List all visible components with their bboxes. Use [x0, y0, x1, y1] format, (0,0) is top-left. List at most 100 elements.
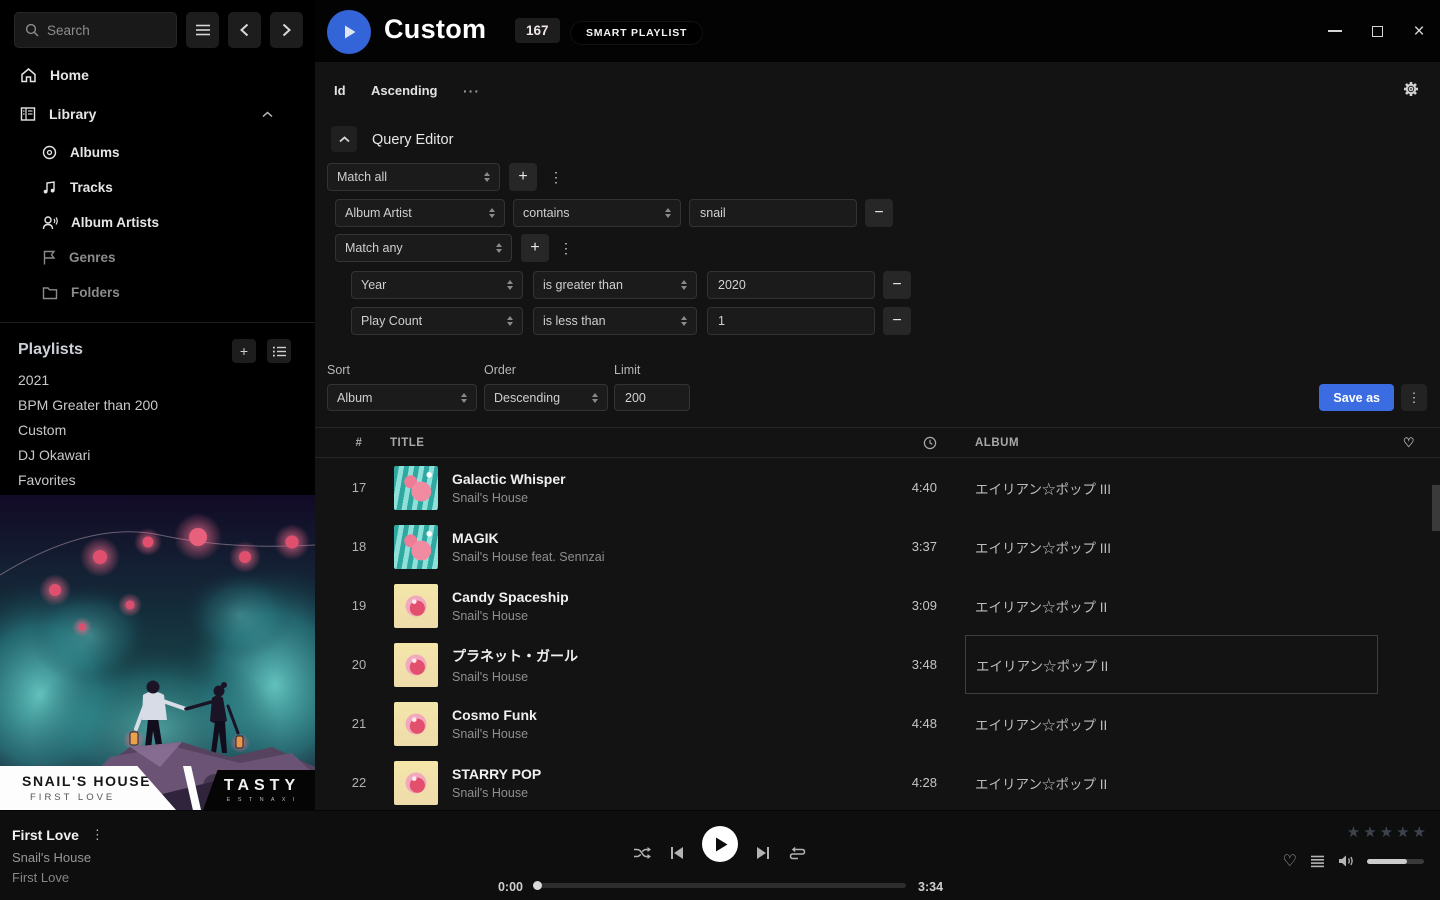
- close-button[interactable]: ×: [1398, 0, 1440, 62]
- play-playlist-button[interactable]: [327, 10, 371, 54]
- queue-button[interactable]: [1310, 855, 1325, 868]
- star-rating[interactable]: ★★★★★: [1347, 823, 1426, 841]
- add-rule-button-group1[interactable]: +: [509, 163, 537, 191]
- chevron-up-icon[interactable]: [262, 111, 273, 118]
- match-select-group2[interactable]: Match any: [335, 234, 512, 262]
- menu-button[interactable]: [186, 12, 219, 48]
- remove-rule1-button[interactable]: −: [865, 199, 893, 227]
- group2-menu-button[interactable]: ⋮: [557, 234, 575, 262]
- total-time: 3:34: [918, 880, 943, 894]
- sidebar-item-tracks[interactable]: Tracks: [42, 180, 317, 195]
- playlist-header: Custom 167 SMART PLAYLIST ×: [315, 0, 1440, 62]
- track-album-cell[interactable]: エイリアン☆ポップ II: [965, 694, 1378, 753]
- add-playlist-button[interactable]: +: [232, 339, 256, 363]
- track-album-cell[interactable]: エイリアン☆ポップ II: [965, 576, 1378, 635]
- track-row[interactable]: 22 STARRY POP Snail's House 4:28 エイリアン☆ポ…: [315, 753, 1440, 810]
- shuffle-button[interactable]: [625, 836, 659, 870]
- track-album-cell-focused[interactable]: エイリアン☆ポップ II: [965, 635, 1378, 694]
- scrollbar-thumb[interactable]: [1432, 485, 1440, 531]
- save-as-button[interactable]: Save as: [1319, 384, 1394, 411]
- star-icon[interactable]: ★: [1347, 823, 1360, 841]
- now-playing-menu-button[interactable]: ⋮: [91, 827, 104, 843]
- rule1-operator-select[interactable]: contains: [513, 199, 681, 227]
- progress-thumb[interactable]: [533, 881, 542, 890]
- record-label-sub: E S T N A X I: [227, 797, 298, 803]
- search-box[interactable]: [14, 12, 177, 48]
- track-row[interactable]: 18 MAGIK Snail's House feat. Sennzai 3:3…: [315, 517, 1440, 576]
- rule1-value-input[interactable]: [689, 199, 857, 227]
- playlist-item[interactable]: Favorites: [18, 472, 288, 488]
- toolbar-more-button[interactable]: ···: [463, 83, 480, 99]
- track-row[interactable]: 20 プラネット・ガール Snail's House 3:48 エイリアン☆ポッ…: [315, 635, 1440, 694]
- rule3-field-select[interactable]: Play Count: [351, 307, 523, 335]
- track-artist: Snail's House: [452, 609, 861, 623]
- column-duration[interactable]: [861, 436, 941, 450]
- chevron-updown-icon: [507, 280, 513, 290]
- track-album-cell[interactable]: エイリアン☆ポップ II: [965, 753, 1378, 810]
- sidebar-item-home[interactable]: Home: [20, 67, 295, 83]
- query-editor-collapse-button[interactable]: [331, 126, 357, 152]
- playlist-item[interactable]: BPM Greater than 200: [18, 397, 288, 413]
- heart-icon: ♡: [1403, 435, 1415, 451]
- sidebar-item-albums[interactable]: Albums: [42, 145, 317, 160]
- star-icon[interactable]: ★: [1363, 823, 1376, 841]
- progress-bar[interactable]: [534, 883, 906, 888]
- sort-direction-button[interactable]: Ascending: [371, 83, 437, 98]
- track-title: Galactic Whisper: [452, 471, 861, 487]
- sort-field-button[interactable]: Id: [334, 83, 346, 98]
- star-icon[interactable]: ★: [1413, 823, 1426, 841]
- track-album-cell[interactable]: エイリアン☆ポップ III: [965, 517, 1378, 576]
- favorite-button[interactable]: ♡: [1283, 851, 1297, 871]
- sidebar-item-folders[interactable]: Folders: [42, 285, 317, 300]
- match-select-group1[interactable]: Match all: [327, 163, 500, 191]
- remove-rule3-button[interactable]: −: [883, 307, 911, 335]
- column-album[interactable]: ALBUM: [965, 437, 1378, 449]
- volume-slider[interactable]: [1367, 859, 1424, 864]
- back-button[interactable]: [228, 12, 261, 48]
- rule3-value-input[interactable]: [707, 307, 875, 335]
- now-playing-album-art[interactable]: SNAIL'S HOUSE FIRST LOVE TASTY E S T N A…: [0, 495, 315, 810]
- playlist-item[interactable]: DJ Okawari: [18, 447, 288, 463]
- sidebar-item-genres[interactable]: Genres: [42, 250, 317, 265]
- column-title[interactable]: TITLE: [390, 437, 424, 449]
- maximize-button[interactable]: [1356, 0, 1398, 62]
- track-duration: 3:48: [861, 657, 941, 672]
- play-pause-button[interactable]: [702, 826, 738, 862]
- repeat-button[interactable]: [780, 836, 814, 870]
- star-icon[interactable]: ★: [1396, 823, 1409, 841]
- volume-button[interactable]: [1338, 854, 1354, 868]
- star-icon[interactable]: ★: [1380, 823, 1393, 841]
- group1-menu-button[interactable]: ⋮: [547, 163, 565, 191]
- playlist-item[interactable]: 2021: [18, 372, 288, 388]
- sidebar-item-library[interactable]: Library: [20, 106, 295, 122]
- playlist-item[interactable]: Custom: [18, 422, 288, 438]
- forward-button[interactable]: [270, 12, 303, 48]
- limit-input[interactable]: [614, 384, 690, 411]
- order-select[interactable]: Descending: [484, 384, 608, 411]
- query-menu-button[interactable]: ⋮: [1401, 384, 1427, 411]
- next-button[interactable]: [746, 836, 780, 870]
- sidebar-item-album-artists[interactable]: Album Artists: [42, 215, 317, 230]
- rule2-field-select[interactable]: Year: [351, 271, 523, 299]
- track-row[interactable]: 21 Cosmo Funk Snail's House 4:48 エイリアン☆ポ…: [315, 694, 1440, 753]
- rule3-operator-select[interactable]: is less than: [533, 307, 697, 335]
- track-row[interactable]: 19 Candy Spaceship Snail's House 3:09 エイ…: [315, 576, 1440, 635]
- minimize-button[interactable]: [1314, 0, 1356, 62]
- playlist-list-button[interactable]: [267, 339, 291, 363]
- column-number[interactable]: #: [339, 437, 379, 449]
- rule1-field-select[interactable]: Album Artist: [335, 199, 505, 227]
- previous-button[interactable]: [660, 836, 694, 870]
- track-duration: 4:40: [861, 480, 941, 495]
- remove-rule2-button[interactable]: −: [883, 271, 911, 299]
- search-input[interactable]: [47, 23, 157, 38]
- settings-button[interactable]: [1403, 81, 1419, 97]
- sort-select[interactable]: Album: [327, 384, 477, 411]
- column-favorite[interactable]: ♡: [1378, 435, 1440, 451]
- rule2-operator-select[interactable]: is greater than: [533, 271, 697, 299]
- track-album-cell[interactable]: エイリアン☆ポップ III: [965, 458, 1378, 517]
- track-title: MAGIK: [452, 530, 861, 546]
- chevron-updown-icon: [592, 393, 598, 403]
- track-row[interactable]: 17 Galactic Whisper Snail's House 4:40 エ…: [315, 458, 1440, 517]
- add-rule-button-group2[interactable]: +: [521, 234, 549, 262]
- rule2-value-input[interactable]: [707, 271, 875, 299]
